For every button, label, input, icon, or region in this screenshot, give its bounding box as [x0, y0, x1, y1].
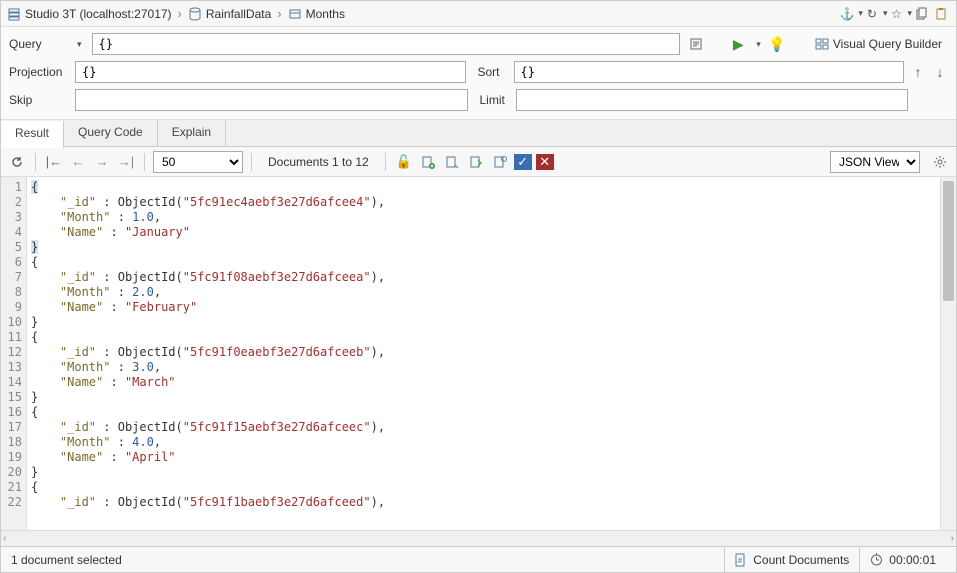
scrollbar-vertical[interactable] [940, 177, 956, 530]
run-dropdown[interactable]: ▾ [756, 39, 761, 50]
nav-prev-icon[interactable]: ← [68, 152, 88, 172]
format-icon[interactable] [686, 34, 706, 54]
export-doc-icon[interactable] [490, 152, 510, 172]
collection-icon [288, 7, 302, 21]
limit-label: Limit [480, 93, 510, 107]
refresh-icon[interactable] [7, 152, 27, 172]
view-mode-select[interactable]: JSON View [830, 151, 920, 173]
query-input[interactable] [92, 33, 681, 55]
documents-range-label: Documents 1 to 12 [268, 155, 369, 169]
scroll-left-icon[interactable]: ‹ [3, 533, 6, 544]
json-viewer: 1 2 3 4 5 6 7 8 9 10 11 12 13 14 15 16 1… [1, 177, 956, 530]
status-elapsed: 00:00:01 [859, 547, 946, 572]
edit-doc-icon[interactable] [466, 152, 486, 172]
sort-input[interactable] [514, 61, 905, 83]
copy-icon[interactable] [912, 5, 930, 23]
crumb-connection[interactable]: Studio 3T (localhost:27017) [7, 7, 172, 21]
query-label: Query [9, 37, 69, 51]
tab-query-code[interactable]: Query Code [64, 120, 158, 146]
check-icon[interactable]: ✓ [514, 154, 532, 170]
add-doc-icon[interactable] [418, 152, 438, 172]
count-label: Count Documents [753, 553, 849, 567]
nav-last-icon[interactable]: →| [116, 152, 136, 172]
limit-input[interactable] [516, 89, 909, 111]
vqb-label: Visual Query Builder [833, 37, 942, 51]
scroll-right-icon[interactable]: › [951, 533, 954, 544]
crumb-collection-label: Months [306, 7, 345, 21]
settings-icon[interactable] [930, 152, 950, 172]
anchor-icon[interactable]: ⚓ [838, 5, 856, 23]
page-size-select[interactable]: 50 [153, 151, 243, 173]
visual-query-builder-button[interactable]: Visual Query Builder [809, 35, 948, 53]
scrollbar-horizontal[interactable]: ‹ › [1, 530, 956, 546]
builder-icon [815, 37, 829, 51]
sort-label: Sort [478, 65, 508, 79]
clock-icon [870, 553, 883, 566]
delete-icon[interactable]: ✕ [536, 154, 554, 170]
svg-text:#: # [738, 556, 743, 565]
nav-first-icon[interactable]: |← [44, 152, 64, 172]
sort-desc-icon[interactable]: ↓ [932, 64, 948, 80]
status-bar: 1 document selected # Count Documents 00… [1, 546, 956, 572]
hint-icon[interactable]: 💡 [767, 34, 787, 54]
history-icon[interactable]: ↻ [863, 5, 881, 23]
result-tabs: Result Query Code Explain [1, 120, 956, 147]
paste-icon[interactable] [932, 5, 950, 23]
crumb-database-label: RainfallData [206, 7, 271, 21]
server-icon [7, 7, 21, 21]
crumb-collection[interactable]: Months [288, 7, 345, 21]
database-icon [188, 7, 202, 21]
scrollbar-thumb[interactable] [943, 181, 954, 301]
result-toolbar: |← ← → →| 50 Documents 1 to 12 🔓 ✓ ✕ JSO… [1, 147, 956, 177]
status-selection: 1 document selected [11, 553, 122, 567]
crumb-connection-label: Studio 3T (localhost:27017) [25, 7, 172, 21]
lock-icon[interactable]: 🔓 [394, 152, 414, 172]
tab-result[interactable]: Result [1, 121, 64, 148]
line-gutter: 1 2 3 4 5 6 7 8 9 10 11 12 13 14 15 16 1… [1, 177, 27, 530]
query-dropdown[interactable]: ▾ [77, 39, 82, 50]
projection-label: Projection [9, 65, 69, 79]
document-icon: # [735, 553, 747, 567]
breadcrumb-sep: › [178, 6, 182, 21]
favorite-icon[interactable]: ☆ [887, 5, 905, 23]
run-button[interactable]: ▶ [728, 34, 748, 54]
sort-asc-icon[interactable]: ↑ [910, 64, 926, 80]
query-panel: Query ▾ ▶ ▾ 💡 Visual Query Builder Proje… [1, 27, 956, 120]
elapsed-label: 00:00:01 [889, 553, 936, 567]
skip-label: Skip [9, 93, 69, 107]
projection-input[interactable] [75, 61, 466, 83]
breadcrumb: Studio 3T (localhost:27017) › RainfallDa… [1, 1, 956, 27]
json-code[interactable]: { "_id" : ObjectId("5fc91ec4aebf3e27d6af… [27, 177, 940, 530]
count-documents-button[interactable]: # Count Documents [724, 547, 859, 572]
tab-explain[interactable]: Explain [158, 120, 226, 146]
crumb-database[interactable]: RainfallData [188, 7, 271, 21]
view-doc-icon[interactable] [442, 152, 462, 172]
nav-next-icon[interactable]: → [92, 152, 112, 172]
breadcrumb-sep: › [277, 6, 281, 21]
skip-input[interactable] [75, 89, 468, 111]
